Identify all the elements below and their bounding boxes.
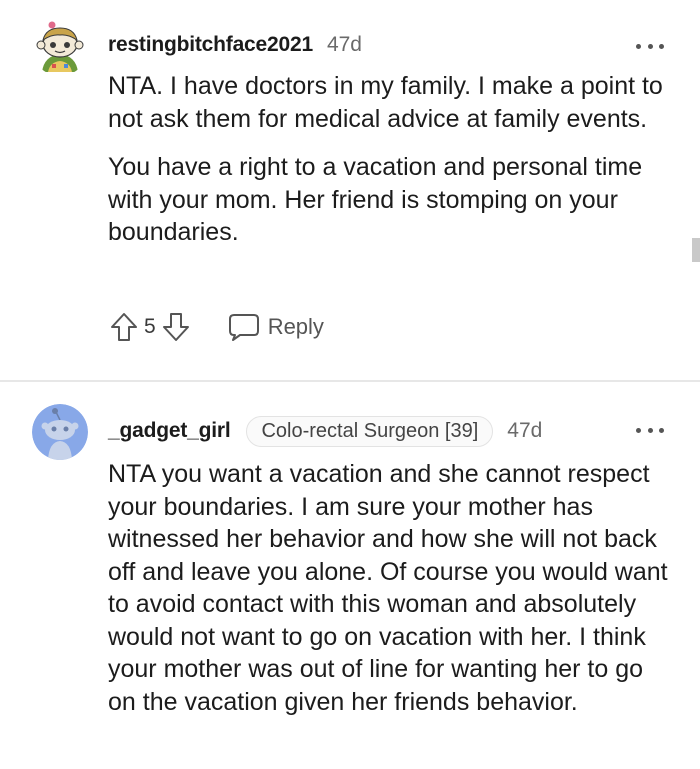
default-snoo-avatar-icon (32, 404, 88, 460)
comment: _gadget_girl Colo-rectal Surgeon [39] 47… (0, 382, 700, 769)
upvote-button[interactable] (108, 311, 140, 343)
more-options-dot (659, 427, 664, 433)
user-avatar[interactable] (32, 404, 88, 460)
comment-body: NTA. I have doctors in my family. I make… (108, 70, 668, 265)
reply-button[interactable]: Reply (228, 312, 324, 342)
more-options-button[interactable] (636, 420, 664, 440)
reply-bubble-icon (228, 314, 259, 341)
more-options-dot (659, 43, 664, 49)
user-avatar[interactable] (32, 20, 88, 76)
vote-score: 5 (144, 315, 156, 338)
reply-label: Reply (267, 314, 324, 339)
more-options-icon (636, 427, 641, 433)
comment-paragraph: You have a right to a vacation and perso… (108, 153, 643, 246)
downvote-button[interactable] (160, 311, 192, 343)
more-options-dot (647, 427, 653, 433)
comment-paragraph: NTA you want a vacation and she cannot r… (108, 460, 668, 716)
timestamp: 47d (507, 419, 543, 442)
comment-header: restingbitchface2021 47d (108, 28, 362, 62)
more-options-button[interactable] (636, 36, 664, 56)
comment-actions: 5 Reply (108, 307, 324, 347)
comment: restingbitchface2021 47d NTA. I have doc… (0, 0, 700, 380)
upvote-arrow-icon (111, 313, 137, 341)
user-flair: Colo-rectal Surgeon [39] (246, 415, 494, 447)
more-options-dot (647, 43, 653, 49)
downvote-arrow-icon (162, 313, 189, 341)
username[interactable]: restingbitchface2021 (108, 33, 313, 57)
timestamp: 47d (326, 33, 362, 56)
username[interactable]: _gadget_girl (108, 419, 231, 443)
comment-header: _gadget_girl Colo-rectal Surgeon [39] 47… (108, 414, 542, 448)
comment-paragraph: NTA. I have doctors in my family. I make… (108, 72, 663, 133)
more-options-icon (636, 43, 641, 49)
comment-body: NTA you want a vacation and she cannot r… (108, 458, 668, 734)
snoo-avatar-icon (32, 20, 88, 76)
scrollbar-thumb[interactable] (692, 238, 700, 262)
